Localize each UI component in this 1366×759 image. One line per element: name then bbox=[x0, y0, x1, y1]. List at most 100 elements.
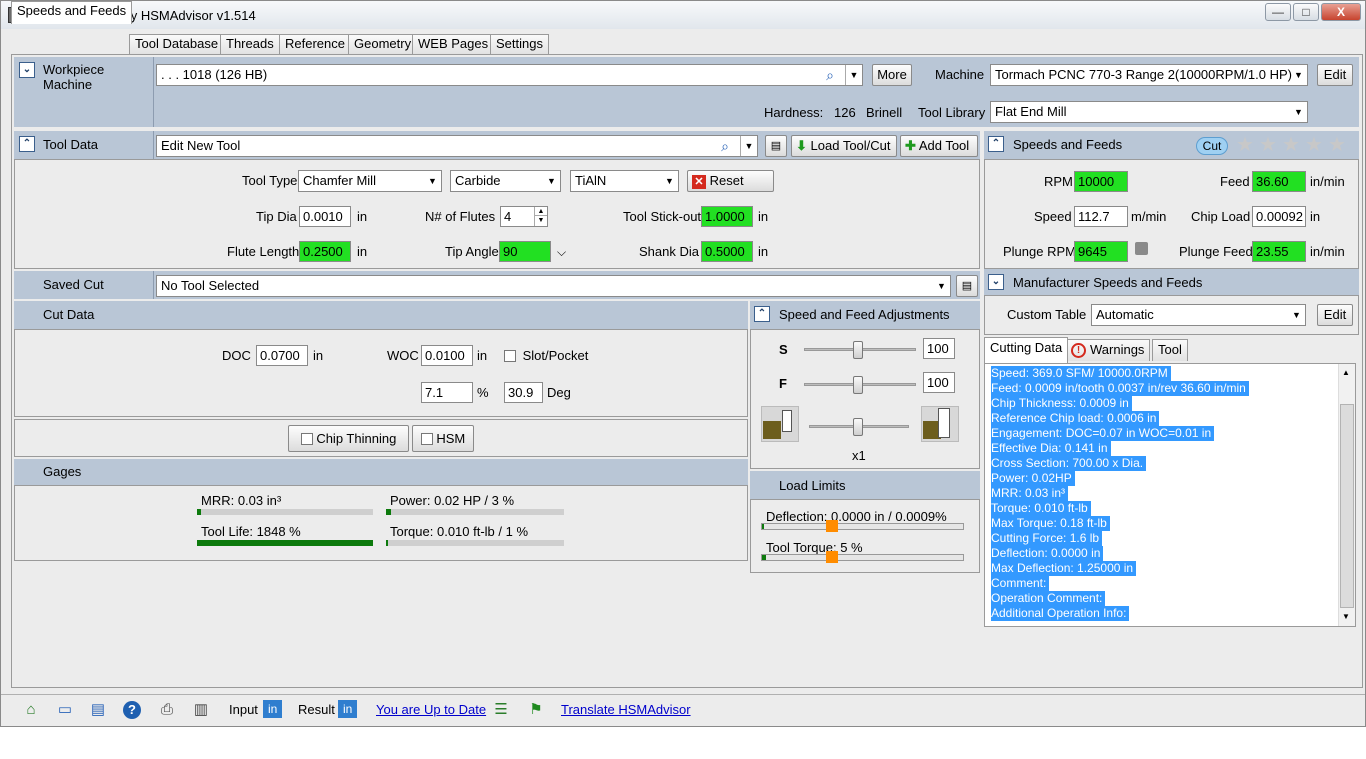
chip-load-input[interactable]: 0.00092 bbox=[1252, 206, 1306, 227]
results-scrollbar[interactable]: ▲ ▼ bbox=[1338, 364, 1355, 626]
stepper-down-icon[interactable]: ▼ bbox=[534, 216, 547, 226]
cutting-data-line[interactable]: Feed: 0.0009 in/tooth 0.0037 in/rev 36.6… bbox=[991, 381, 1249, 396]
cutting-data-line[interactable]: Speed: 369.0 SFM/ 10000.0RPM bbox=[991, 366, 1171, 381]
checkbox-icon[interactable] bbox=[300, 433, 313, 445]
cutting-data-line[interactable]: Max Deflection: 1.25000 in bbox=[991, 561, 1137, 576]
custom-table-edit-button[interactable]: Edit bbox=[1317, 304, 1353, 326]
translate-link[interactable]: Translate HSMAdvisor bbox=[561, 702, 691, 717]
rating-star-icon[interactable]: ★ bbox=[1236, 135, 1254, 155]
more-button[interactable]: More bbox=[872, 64, 912, 86]
s-percent-input[interactable]: 100 bbox=[923, 338, 955, 359]
chevron-down-icon[interactable]: ▼ bbox=[1288, 305, 1305, 325]
tab-web-pages[interactable]: WEB Pages bbox=[412, 34, 495, 54]
expand-workpiece-button[interactable]: ⌄ bbox=[19, 62, 35, 78]
cutting-data-line[interactable]: MRR: 0.03 in³ bbox=[991, 486, 1069, 501]
scroll-down-icon[interactable]: ▼ bbox=[1342, 612, 1350, 621]
cutting-data-line[interactable]: Power: 0.02HP bbox=[991, 471, 1075, 486]
checkbox-icon[interactable] bbox=[504, 350, 516, 362]
chevron-down-icon[interactable]: ▼ bbox=[424, 171, 441, 191]
plunge-feed-input[interactable]: 23.55 bbox=[1252, 241, 1306, 262]
cutting-data-list[interactable]: Speed: 369.0 SFM/ 10000.0RPM Feed: 0.0009… bbox=[984, 363, 1356, 627]
tab-tool[interactable]: Tool bbox=[1152, 339, 1188, 361]
tool-material-combo[interactable]: Carbide ▼ bbox=[450, 170, 561, 192]
plunge-rpm-input[interactable]: 9645 bbox=[1074, 241, 1128, 262]
tab-geometry[interactable]: Geometry bbox=[348, 34, 418, 54]
chip-thinning-toggle[interactable]: Chip Thinning bbox=[288, 425, 409, 452]
load-tool-cut-button[interactable]: ⬇ Load Tool/Cut bbox=[791, 135, 897, 157]
tool-info-button[interactable]: ▤ bbox=[765, 135, 787, 157]
cutting-data-line[interactable]: Reference Chip load: 0.0006 in bbox=[991, 411, 1160, 426]
cutting-data-line[interactable]: Additional Operation Info: bbox=[991, 606, 1130, 621]
stickout-input[interactable]: 1.0000 bbox=[701, 206, 753, 227]
search-icon[interactable]: ⌕ bbox=[721, 136, 729, 156]
feed-slider-thumb[interactable] bbox=[853, 376, 863, 394]
lock-icon[interactable] bbox=[1135, 242, 1148, 255]
close-button[interactable]: X bbox=[1321, 3, 1361, 21]
reset-button[interactable]: ✕ Reset bbox=[687, 170, 774, 192]
slot-pocket-checkbox[interactable]: Slot/Pocket bbox=[504, 348, 588, 363]
collapse-adjustments-button[interactable]: ⌃ bbox=[754, 306, 770, 322]
cutting-data-line[interactable]: Cross Section: 700.00 x Dia. bbox=[991, 456, 1147, 471]
feed-input[interactable]: 36.60 bbox=[1252, 171, 1306, 192]
add-tool-button[interactable]: ✚ Add Tool bbox=[900, 135, 978, 157]
cutting-data-line[interactable]: Chip Thickness: 0.0009 in bbox=[991, 396, 1132, 411]
collapse-tool-data-button[interactable]: ⌃ bbox=[19, 136, 35, 152]
rating-star-icon[interactable]: ★ bbox=[1328, 135, 1346, 155]
saved-cut-combo[interactable]: No Tool Selected ▼ bbox=[156, 275, 951, 297]
chevron-down-icon[interactable]: ▼ bbox=[845, 65, 862, 85]
tip-dia-input[interactable]: 0.0010 bbox=[299, 206, 351, 227]
engagement-angle-input[interactable]: 30.9 bbox=[504, 382, 543, 403]
speed-input[interactable]: 112.7 bbox=[1074, 206, 1128, 227]
stickout-slider-thumb[interactable] bbox=[853, 418, 863, 436]
tab-tool-database[interactable]: Tool Database bbox=[129, 34, 225, 54]
print-icon[interactable]: ⎙ bbox=[158, 701, 176, 719]
update-status-link[interactable]: You are Up to Date bbox=[376, 702, 486, 717]
home-icon[interactable]: ⌂ bbox=[22, 701, 40, 719]
machine-edit-button[interactable]: Edit bbox=[1317, 64, 1353, 86]
chevron-down-icon[interactable]: ▼ bbox=[543, 171, 560, 191]
cutting-data-line[interactable]: Max Torque: 0.18 ft-lb bbox=[991, 516, 1110, 531]
cutting-data-line[interactable]: Comment: bbox=[991, 576, 1050, 591]
input-unit-badge[interactable]: in bbox=[263, 700, 283, 718]
custom-table-combo[interactable]: Automatic ▼ bbox=[1091, 304, 1306, 326]
tip-angle-input[interactable]: 90 bbox=[499, 241, 551, 262]
rating-star-icon[interactable]: ★ bbox=[1259, 135, 1277, 155]
tool-long-icon[interactable] bbox=[921, 406, 959, 442]
coating-combo[interactable]: TiAlN ▼ bbox=[570, 170, 679, 192]
tab-settings[interactable]: Settings bbox=[490, 34, 549, 54]
maximize-button[interactable]: □ bbox=[1293, 3, 1319, 21]
doc-input[interactable]: 0.0700 bbox=[256, 345, 308, 366]
collapse-speeds-feeds-button[interactable]: ⌃ bbox=[988, 136, 1004, 152]
rpm-input[interactable]: 10000 bbox=[1074, 171, 1128, 192]
flute-length-input[interactable]: 0.2500 bbox=[299, 241, 351, 262]
flutes-stepper[interactable]: 4 ▲ ▼ bbox=[500, 206, 548, 227]
woc-percent-input[interactable]: 7.1 bbox=[421, 382, 473, 403]
chat-icon[interactable]: ▭ bbox=[56, 701, 74, 719]
scroll-up-icon[interactable]: ▲ bbox=[1342, 368, 1350, 377]
tab-speeds-and-feeds[interactable]: Speeds and Feeds bbox=[11, 1, 133, 24]
chevron-down-icon[interactable]: ▼ bbox=[933, 276, 950, 296]
machine-combo[interactable]: Tormach PCNC 770-3 Range 2(10000RPM/1.0 … bbox=[990, 64, 1308, 86]
result-unit-badge[interactable]: in bbox=[338, 700, 358, 718]
scroll-thumb[interactable] bbox=[1340, 404, 1354, 608]
chevron-down-icon[interactable]: ▼ bbox=[740, 136, 757, 156]
tab-cutting-data[interactable]: Cutting Data bbox=[984, 337, 1069, 363]
saved-cut-info-button[interactable]: ▤ bbox=[956, 275, 978, 297]
search-icon[interactable]: ⌕ bbox=[826, 65, 834, 85]
chevron-down-icon[interactable]: ▼ bbox=[1290, 65, 1307, 85]
hsm-toggle[interactable]: HSM bbox=[412, 425, 474, 452]
cutting-data-line[interactable]: Engagement: DOC=0.07 in WOC=0.01 in bbox=[991, 426, 1215, 441]
rating-star-icon[interactable]: ★ bbox=[1282, 135, 1300, 155]
chevron-down-icon[interactable]: ▼ bbox=[1290, 102, 1307, 122]
help-icon[interactable]: ? bbox=[123, 701, 141, 719]
cutting-data-line[interactable]: Torque: 0.010 ft-lb bbox=[991, 501, 1091, 516]
checkbox-icon[interactable] bbox=[420, 433, 433, 445]
minimize-button[interactable]: — bbox=[1265, 3, 1291, 21]
chevron-down-icon[interactable]: ▼ bbox=[661, 171, 678, 191]
shank-dia-input[interactable]: 0.5000 bbox=[701, 241, 753, 262]
tab-reference[interactable]: Reference bbox=[279, 34, 351, 54]
cut-badge[interactable]: Cut bbox=[1196, 137, 1228, 155]
stepper-up-icon[interactable]: ▲ bbox=[534, 207, 547, 216]
tool-short-icon[interactable] bbox=[761, 406, 799, 442]
flag-icon[interactable]: ⚑ bbox=[527, 701, 545, 719]
